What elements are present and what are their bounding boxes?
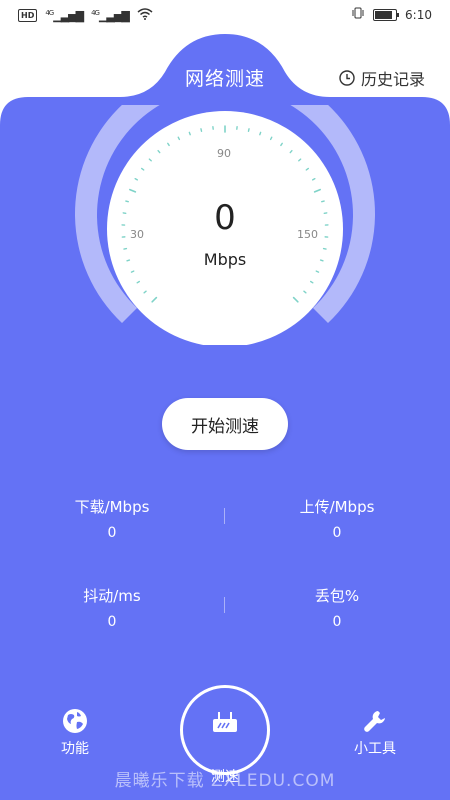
- speed-value: 0: [214, 198, 236, 238]
- nav-tools-label: 小工具: [354, 741, 396, 757]
- nav-tools[interactable]: 小工具: [335, 708, 415, 758]
- loss-label: 丢包%: [314, 587, 360, 605]
- jitter-stat: 抖动/ms 0: [37, 585, 187, 630]
- gauge-tick: [247, 128, 250, 132]
- jitter-label: 抖动/ms: [83, 587, 141, 605]
- nav-functions-label: 功能: [61, 741, 89, 757]
- globe-icon: [63, 709, 87, 733]
- gauge-tick: [259, 131, 262, 136]
- upload-value: 0: [332, 525, 342, 541]
- history-button[interactable]: 历史记录: [339, 66, 425, 90]
- download-value: 0: [107, 525, 117, 541]
- gauge-tick: [188, 131, 191, 136]
- gauge-tick: [315, 270, 320, 273]
- download-stat: 下载/Mbps 0: [37, 496, 187, 541]
- history-label: 历史记录: [360, 70, 425, 89]
- router-icon: [213, 712, 237, 732]
- clock-icon: [339, 70, 355, 86]
- upload-label: 上传/Mbps: [299, 498, 375, 516]
- tick-label-90: 90: [217, 147, 231, 160]
- wrench-icon: [364, 711, 385, 732]
- gauge-tick: [200, 128, 203, 132]
- start-test-button[interactable]: 开始测速: [162, 398, 288, 450]
- download-label: 下载/Mbps: [74, 498, 150, 516]
- speed-unit: Mbps: [203, 250, 247, 269]
- nav-speedtest-label: 测速: [211, 769, 239, 785]
- divider: [224, 508, 225, 524]
- loss-value: 0: [332, 614, 342, 630]
- divider: [224, 597, 225, 613]
- loss-stat: 丢包% 0: [262, 585, 412, 630]
- jitter-value: 0: [107, 614, 117, 630]
- gauge-tick: [130, 270, 135, 273]
- nav-speedtest[interactable]: [180, 685, 270, 775]
- nav-functions[interactable]: 功能: [35, 708, 115, 758]
- upload-stat: 上传/Mbps 0: [262, 496, 412, 541]
